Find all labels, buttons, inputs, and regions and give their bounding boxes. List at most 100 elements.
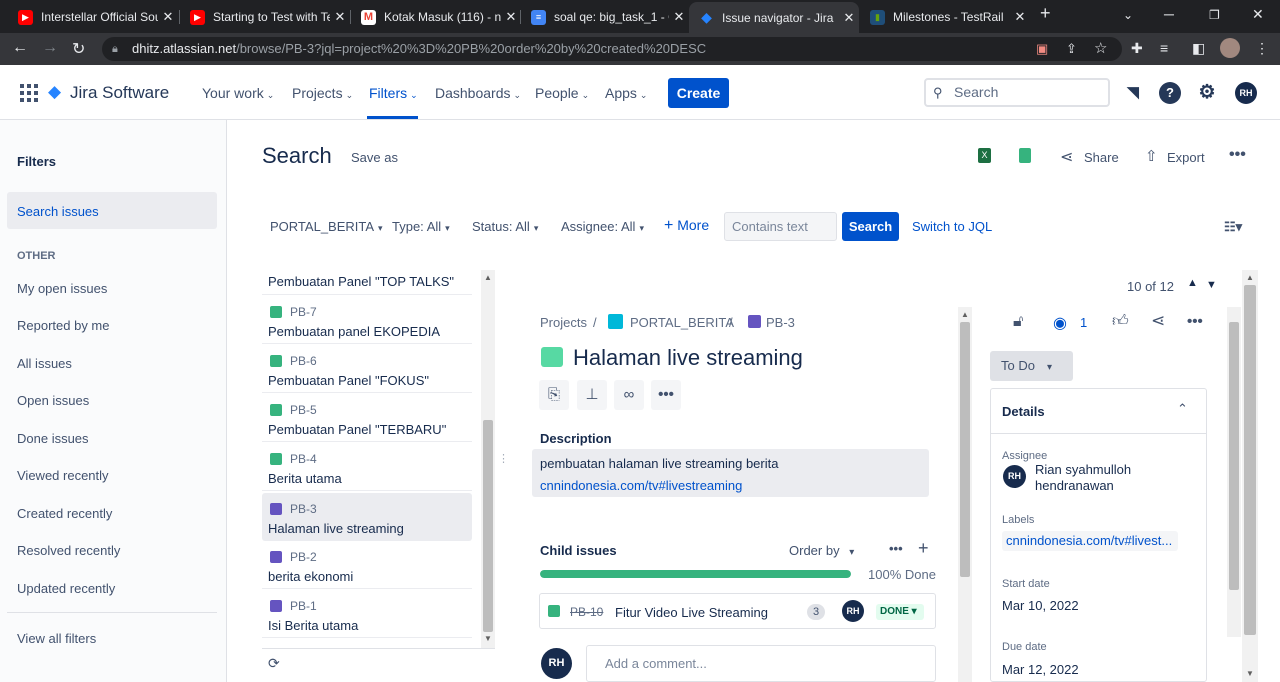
browser-tab[interactable]: ▶ Interstellar Official Sou ✕: [8, 4, 178, 30]
help-icon[interactable]: ?: [1159, 82, 1181, 104]
issue-title[interactable]: Halaman live streaming: [573, 345, 803, 371]
export-button[interactable]: Export: [1167, 150, 1205, 165]
watch-eye-icon[interactable]: ◉: [1053, 313, 1067, 333]
browser-tab[interactable]: ▶ Starting to Test with Te ✕: [180, 4, 350, 30]
panel-scroll-thumb[interactable]: [1229, 322, 1239, 590]
sheets-icon[interactable]: [1019, 148, 1031, 163]
scroll-down-icon[interactable]: ▼: [1246, 669, 1254, 678]
user-avatar[interactable]: RH: [1235, 82, 1257, 104]
notifications-icon[interactable]: ◥: [1122, 82, 1144, 104]
share-icon[interactable]: ⋖: [1060, 147, 1073, 167]
comment-input[interactable]: Add a comment...: [586, 645, 936, 682]
list-item[interactable]: PB-6 Pembuatan Panel "FOKUS": [262, 345, 472, 393]
detail-scroll-thumb[interactable]: [960, 322, 970, 577]
refresh-icon[interactable]: ⟳: [268, 655, 280, 672]
link-icon[interactable]: ∞: [614, 380, 644, 410]
nav-projects[interactable]: Projects ⌄: [292, 85, 353, 101]
nav-dashboards[interactable]: Dashboards ⌄: [435, 85, 521, 101]
sidebar-item-created-recently[interactable]: Created recently: [17, 506, 112, 521]
sidebar-item-all-issues[interactable]: All issues: [17, 356, 72, 371]
app-switcher-icon[interactable]: [20, 84, 38, 102]
side-panel-icon[interactable]: ◧: [1192, 40, 1205, 57]
start-date-value[interactable]: Mar 10, 2022: [1002, 598, 1079, 613]
close-tab-icon[interactable]: ✕: [839, 10, 859, 26]
switch-to-jql-link[interactable]: Switch to JQL: [912, 219, 992, 234]
contains-text-input[interactable]: Contains text: [724, 212, 837, 241]
add-child-icon[interactable]: +: [918, 538, 929, 559]
more-actions-icon[interactable]: •••: [651, 380, 681, 410]
tab-search-icon[interactable]: ⌄: [1123, 8, 1133, 22]
project-filter[interactable]: PORTAL_BERITA ▾: [270, 219, 383, 234]
breadcrumb-project[interactable]: PORTAL_BERITA: [630, 315, 734, 330]
sidebar-item-open-issues[interactable]: Open issues: [17, 393, 89, 408]
share-button[interactable]: Share: [1084, 150, 1119, 165]
status-dropdown[interactable]: To Do ▾: [990, 351, 1073, 381]
previous-issue-icon[interactable]: ▲: [1187, 277, 1198, 289]
settings-gear-icon[interactable]: ⚙: [1196, 82, 1218, 104]
sidebar-view-all-filters[interactable]: View all filters: [17, 631, 96, 646]
description-link[interactable]: cnnindonesia.com/tv#livestreaming: [540, 478, 742, 493]
close-tab-icon[interactable]: ✕: [158, 9, 178, 25]
address-bar[interactable]: 🔒︎ dhitz.atlassian.net/browse/PB-3?jql=p…: [102, 37, 1122, 61]
watchers-count[interactable]: 1: [1080, 315, 1087, 330]
like-icon[interactable]: 👍︎: [1112, 312, 1129, 331]
list-item[interactable]: PB-7 Pembuatan panel EKOPEDIA: [262, 296, 472, 344]
close-tab-icon[interactable]: ✕: [501, 9, 521, 25]
list-scroll-thumb[interactable]: [483, 420, 493, 632]
share-page-icon[interactable]: ⇪: [1066, 41, 1077, 57]
child-issue-icon[interactable]: ⊥: [577, 380, 607, 410]
child-status-lozenge[interactable]: DONE ▾: [876, 604, 924, 620]
child-assignee-avatar[interactable]: RH: [842, 600, 864, 622]
scroll-up-icon[interactable]: ▲: [1246, 273, 1254, 282]
resize-handle-icon[interactable]: ⋮: [498, 452, 509, 465]
attach-icon[interactable]: ⎘: [539, 380, 569, 410]
view-toggle-icon[interactable]: ☷▾: [1224, 219, 1242, 235]
browser-tab[interactable]: ≡ soal qe: big_task_1 - G ✕: [521, 4, 689, 30]
issue-color-swatch[interactable]: [541, 347, 563, 367]
close-tab-icon[interactable]: ✕: [1010, 9, 1030, 25]
excel-icon[interactable]: X: [978, 148, 991, 163]
restore-icon[interactable]: ❐: [1209, 8, 1220, 22]
scroll-up-icon[interactable]: ▲: [484, 273, 492, 282]
assignee-avatar[interactable]: RH: [1003, 465, 1026, 488]
lock-icon[interactable]: 🔓︎: [1013, 313, 1023, 331]
minimize-icon[interactable]: ─: [1164, 6, 1174, 22]
nav-people[interactable]: People ⌄: [535, 85, 589, 101]
create-button[interactable]: Create: [668, 78, 729, 108]
sidebar-item-label[interactable]: Search issues: [17, 204, 99, 219]
next-issue-icon[interactable]: ▼: [1206, 279, 1217, 291]
sidebar-item-resolved-recently[interactable]: Resolved recently: [17, 543, 120, 558]
browser-tab[interactable]: ▮ Milestones - TestRail ✕: [860, 4, 1030, 30]
reload-icon[interactable]: ↻: [72, 39, 85, 59]
list-item[interactable]: PB-2 berita ekonomi: [262, 541, 472, 589]
sidebar-item-updated-recently[interactable]: Updated recently: [17, 581, 115, 596]
brand-name[interactable]: Jira Software: [70, 83, 169, 103]
sidebar-item-done-issues[interactable]: Done issues: [17, 431, 89, 446]
nav-filters[interactable]: Filters ⌄: [369, 85, 418, 101]
list-item[interactable]: PB-4 Berita utama: [262, 443, 472, 491]
new-tab-button[interactable]: +: [1040, 3, 1051, 24]
reading-list-icon[interactable]: ≡: [1160, 40, 1168, 56]
sidebar-item-viewed-recently[interactable]: Viewed recently: [17, 468, 109, 483]
share-icon[interactable]: ⋖: [1151, 311, 1165, 331]
due-date-value[interactable]: Mar 12, 2022: [1002, 662, 1079, 677]
more-actions-icon[interactable]: •••: [1187, 313, 1203, 330]
assignee-name[interactable]: Rian syahmulloh hendranawan: [1035, 462, 1185, 490]
close-tab-icon[interactable]: ✕: [330, 9, 350, 25]
browser-tab-active[interactable]: ◆ Issue navigator - Jira ✕: [689, 2, 859, 33]
close-window-icon[interactable]: ✕: [1252, 6, 1264, 23]
label-tag[interactable]: cnnindonesia.com/tv#livest...: [1002, 531, 1178, 551]
list-item-selected[interactable]: PB-3 Halaman live streaming: [262, 493, 472, 541]
issue-summary[interactable]: Pembuatan Panel "TOP TALKS": [268, 274, 454, 289]
list-item[interactable]: PB-1 Isi Berita utama: [262, 590, 472, 638]
breadcrumb-issue-key[interactable]: PB-3: [766, 315, 795, 330]
bookmark-star-icon[interactable]: ☆: [1094, 39, 1107, 57]
assignee-filter[interactable]: Assignee: All ▾: [561, 219, 644, 234]
more-actions-icon[interactable]: •••: [1229, 146, 1246, 164]
child-more-icon[interactable]: •••: [889, 541, 903, 556]
order-by-button[interactable]: Order by ▾: [789, 543, 854, 558]
extensions-icon[interactable]: ✚: [1131, 40, 1143, 57]
search-button[interactable]: Search: [842, 212, 899, 241]
global-search-input[interactable]: ⚲ Search: [924, 78, 1110, 107]
browser-menu-icon[interactable]: ⋮: [1255, 40, 1269, 57]
